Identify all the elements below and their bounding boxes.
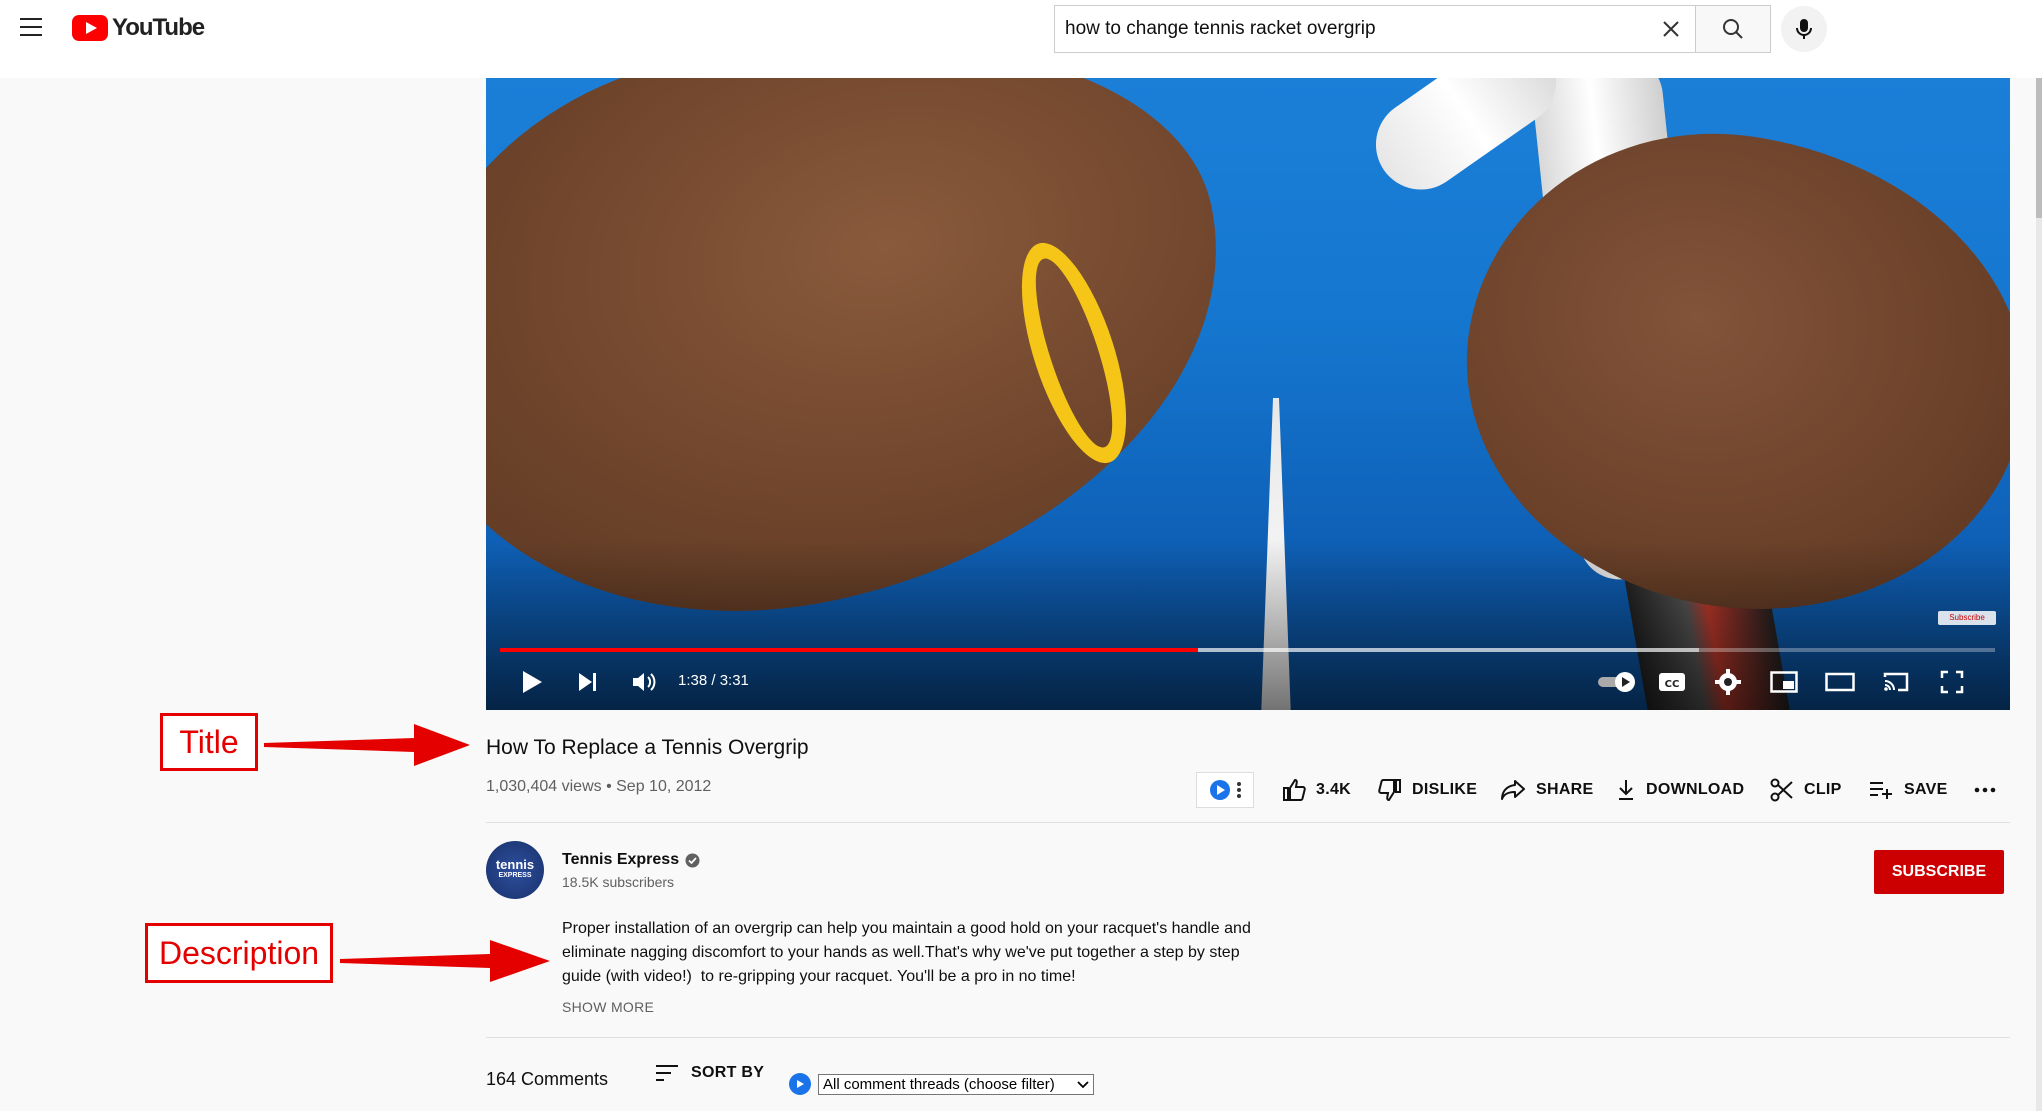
timecode: 1:38 / 3:31 xyxy=(678,672,749,689)
sort-by-button[interactable]: SORT BY xyxy=(655,1064,764,1082)
scissors-icon xyxy=(1770,778,1793,802)
video-views-date: 1,030,404 views • Sep 10, 2012 xyxy=(486,778,712,795)
clip-label: CLIP xyxy=(1804,781,1842,798)
extension-icon xyxy=(1210,780,1230,800)
divider xyxy=(486,1037,2010,1038)
gear-icon xyxy=(1715,669,1741,695)
play-button[interactable] xyxy=(514,664,550,700)
save-button[interactable]: SAVE xyxy=(1868,772,1948,808)
youtube-play-icon xyxy=(72,15,108,41)
captions-icon: CC xyxy=(1659,673,1685,691)
search-button[interactable] xyxy=(1695,6,1770,52)
download-label: DOWNLOAD xyxy=(1646,781,1745,798)
channel-name[interactable]: Tennis Express xyxy=(562,851,700,869)
search-input[interactable] xyxy=(1055,6,1647,52)
sort-label: SORT BY xyxy=(691,1064,765,1081)
clip-button[interactable]: CLIP xyxy=(1770,772,1842,808)
autoplay-toggle[interactable] xyxy=(1596,664,1640,700)
cast-button[interactable] xyxy=(1878,664,1914,700)
kebab-icon xyxy=(1237,782,1241,798)
comment-filter-select[interactable]: All comment threads (choose filter) xyxy=(818,1074,1094,1095)
clear-search-icon[interactable] xyxy=(1647,6,1695,52)
svg-text:CC: CC xyxy=(1665,679,1680,690)
verified-badge-icon xyxy=(685,853,700,867)
playlist-add-icon xyxy=(1870,782,1892,799)
channel-avatar[interactable]: tennis EXPRESS xyxy=(486,841,544,899)
video-player[interactable]: Subscribe 1:38 / 3:31 CC xyxy=(486,78,2010,710)
like-button[interactable]: 3.4K xyxy=(1282,772,1351,808)
top-header: YouTube xyxy=(0,0,2042,78)
avatar-text-bottom: EXPRESS xyxy=(498,872,532,879)
share-icon xyxy=(1501,780,1525,800)
video-description: Proper installation of an overgrip can h… xyxy=(562,917,1302,989)
youtube-logo[interactable]: YouTube xyxy=(72,14,205,42)
download-button[interactable]: DOWNLOAD xyxy=(1616,772,1744,808)
cast-icon xyxy=(1883,672,1909,692)
progress-bar[interactable] xyxy=(500,648,1995,652)
like-count: 3.4K xyxy=(1316,781,1351,798)
voice-search-button[interactable] xyxy=(1781,6,1827,52)
volume-button[interactable] xyxy=(626,664,662,700)
search-icon xyxy=(1723,19,1743,39)
thumbs-down-icon xyxy=(1378,779,1401,802)
more-actions-button[interactable] xyxy=(1974,772,1996,808)
avatar-text-top: tennis xyxy=(495,857,535,872)
download-icon xyxy=(1619,780,1633,800)
next-button[interactable] xyxy=(570,664,606,700)
fullscreen-icon xyxy=(1940,670,1964,694)
theater-mode-icon xyxy=(1825,672,1855,692)
comments-count: 164 Comments xyxy=(486,1069,609,1089)
search-box xyxy=(1054,5,1771,53)
comment-filter-extension-icon[interactable] xyxy=(789,1073,811,1095)
title-annotation-arrow xyxy=(264,724,470,766)
logo-text: YouTube xyxy=(112,14,205,41)
description-annotation-arrow xyxy=(340,940,550,982)
more-horizontal-icon xyxy=(1974,787,1996,793)
divider xyxy=(486,822,2010,823)
captions-button[interactable]: CC xyxy=(1654,664,1690,700)
volume-icon xyxy=(633,673,656,691)
extension-button[interactable] xyxy=(1196,772,1254,808)
scrollbar-thumb[interactable] xyxy=(2036,78,2042,218)
microphone-icon xyxy=(1796,19,1812,39)
autoplay-toggle-icon xyxy=(1598,672,1635,692)
video-title: How To Replace a Tennis Overgrip xyxy=(486,736,809,759)
menu-icon[interactable] xyxy=(20,18,42,36)
theater-mode-button[interactable] xyxy=(1822,664,1858,700)
share-button[interactable]: SHARE xyxy=(1500,772,1594,808)
next-icon xyxy=(579,673,596,691)
share-label: SHARE xyxy=(1536,781,1594,798)
played-bar xyxy=(500,648,1199,652)
show-more-button[interactable]: SHOW MORE xyxy=(562,999,654,1015)
description-line: Proper installation of an overgrip can h… xyxy=(562,920,1251,937)
miniplayer-button[interactable] xyxy=(1766,664,1802,700)
description-annotation-label: Description xyxy=(145,923,333,983)
play-icon xyxy=(523,671,542,693)
sort-icon xyxy=(656,1065,678,1081)
page-scrollbar[interactable] xyxy=(2036,78,2042,1111)
chevron-down-icon xyxy=(1077,1080,1089,1088)
comment-filter-value: All comment threads (choose filter) xyxy=(823,1076,1055,1093)
channel-name-text: Tennis Express xyxy=(562,851,680,868)
save-label: SAVE xyxy=(1904,781,1948,798)
subscriber-count: 18.5K subscribers xyxy=(562,874,675,890)
subscribe-watermark[interactable]: Subscribe xyxy=(1938,611,1996,625)
fullscreen-button[interactable] xyxy=(1934,664,1970,700)
thumbs-up-icon xyxy=(1283,778,1306,801)
description-line: eliminate nagging discomfort to your han… xyxy=(562,944,1240,961)
title-annotation-label: Title xyxy=(160,713,258,771)
miniplayer-icon xyxy=(1770,671,1798,693)
settings-button[interactable] xyxy=(1710,664,1746,700)
dislike-label: DISLIKE xyxy=(1412,781,1478,798)
description-line: guide (with video!) to re-gripping your … xyxy=(562,968,1076,985)
dislike-button[interactable]: DISLIKE xyxy=(1378,772,1477,808)
subscribe-button[interactable]: SUBSCRIBE xyxy=(1874,850,2004,894)
